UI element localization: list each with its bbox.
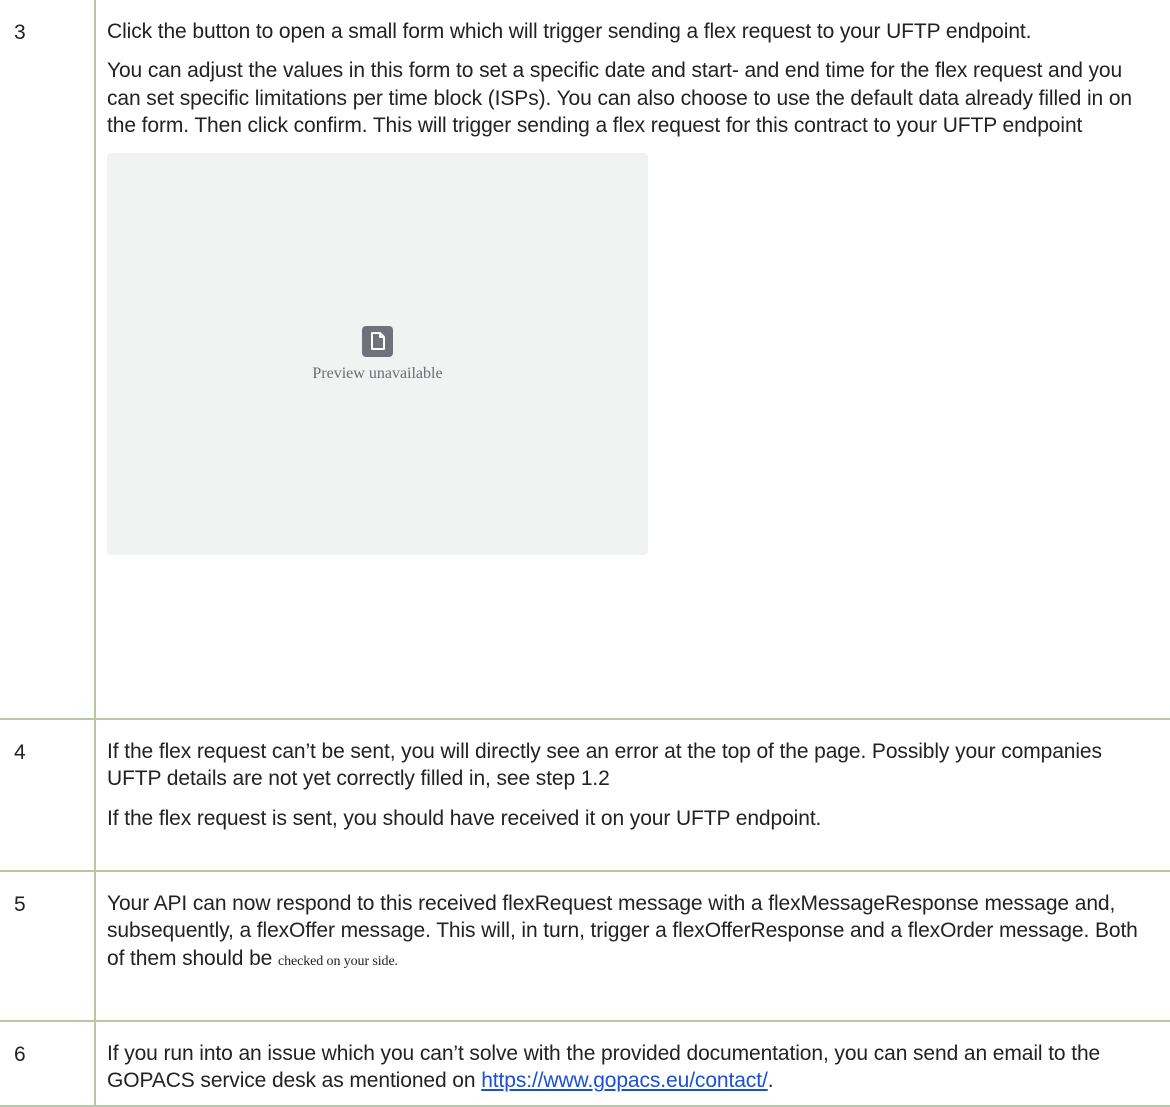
paragraph-end: . (767, 1069, 774, 1093)
document-icon (362, 325, 393, 357)
table-row: 5 Your API can now respond to this recei… (0, 870, 1170, 1022)
steps-table: 3 Click the button to open a small form … (0, 0, 1170, 1107)
step-description: If you run into an issue which you can’t… (94, 1020, 1170, 1107)
paragraph: You can adjust the values in this form t… (107, 59, 1132, 137)
paragraph-small-text: checked on your side. (277, 953, 398, 969)
table-row: 6 If you run into an issue which you can… (0, 1020, 1170, 1107)
step-description: Click the button to open a small form wh… (94, 0, 1170, 720)
paragraph-text: Your API can now respond to this receive… (107, 892, 1138, 970)
paragraph: Click the button to open a small form wh… (107, 20, 1032, 43)
table-row: 3 Click the button to open a small form … (0, 0, 1170, 720)
paragraph: Your API can now respond to this receive… (107, 890, 1160, 975)
paragraph: If the flex request can’t be sent, you w… (107, 740, 1102, 791)
step-description: If the flex request can’t be sent, you w… (94, 718, 1170, 872)
table-row: 4 If the flex request can’t be sent, you… (0, 718, 1170, 872)
step-number: 3 (0, 0, 96, 720)
paragraph: If the flex request is sent, you should … (107, 806, 822, 830)
step-number: 6 (0, 1020, 96, 1107)
paragraph: If you run into an issue which you can’t… (107, 1040, 1160, 1095)
step-description: Your API can now respond to this receive… (94, 870, 1170, 1022)
step-number: 4 (0, 718, 96, 872)
image-preview-placeholder: Preview unavailable (107, 153, 648, 556)
step-number: 5 (0, 870, 96, 1022)
preview-caption: Preview unavailable (312, 364, 443, 382)
contact-link[interactable]: https://www.gopacs.eu/contact/ (481, 1069, 768, 1092)
